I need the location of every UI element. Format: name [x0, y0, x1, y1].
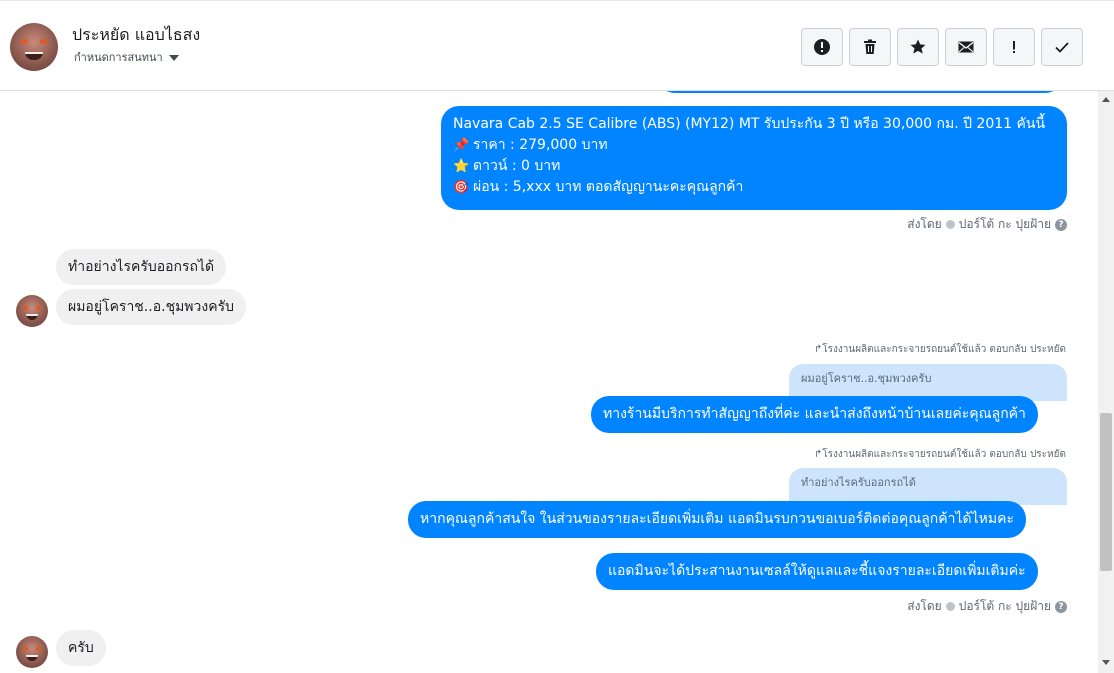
- pushpin-icon: 📌: [453, 138, 470, 153]
- important-button[interactable]: [993, 28, 1035, 66]
- outgoing-message-car-offer[interactable]: Navara Cab 2.5 SE Calibre (ABS) (MY12) M…: [441, 106, 1067, 210]
- spam-button[interactable]: [801, 28, 843, 66]
- conversation-toolbar: [801, 28, 1083, 66]
- contact-name[interactable]: ประหยัด แอบไธสง: [72, 23, 200, 48]
- reply-label: ↱โรงงานผลิตและกระจายรถยนต์ใช้แล้ว ตอบกลั…: [813, 449, 1066, 460]
- sent-by-info: ส่งโดย ปอร์โต้ กะ ปุยฝ้าย ?: [907, 215, 1067, 234]
- scroll-up-arrow-icon[interactable]: [1102, 97, 1110, 102]
- reply-label: ↱โรงงานผลิตและกระจายรถยนต์ใช้แล้ว ตอบกลั…: [813, 344, 1066, 355]
- check-icon: [1055, 42, 1069, 53]
- outgoing-message[interactable]: ทางร้านมีบริการทำสัญญาถึงที่ค่ะ และนำส่ง…: [591, 396, 1038, 433]
- envelope-icon: [958, 41, 974, 53]
- conversation-header: ประหยัด แอบไธสง กำหนดการสนทนา: [0, 0, 1114, 91]
- caret-down-icon: [168, 54, 179, 61]
- alert-circle-icon: [814, 39, 830, 55]
- sent-by-info: ส่งโดย ปอร์โต้ กะ ปุยฝ้าย ?: [907, 597, 1067, 616]
- mark-unread-button[interactable]: [945, 28, 987, 66]
- conversation-settings-label: กำหนดการสนทนา: [74, 51, 163, 64]
- thread-scrollbar[interactable]: [1098, 91, 1114, 673]
- scroll-down-arrow-icon[interactable]: [1102, 660, 1110, 665]
- contact-avatar[interactable]: [10, 23, 58, 71]
- incoming-message[interactable]: ผมอยู่โคราช..อ.ชุมพวงครับ: [56, 289, 246, 325]
- delete-button[interactable]: [849, 28, 891, 66]
- help-icon[interactable]: ?: [1055, 600, 1067, 613]
- car-offer-down: ดาวน์ : 0 บาท: [473, 158, 561, 174]
- outgoing-message[interactable]: แอดมินจะได้ประสานงานเซลล์ให้ดูแลและชี้แจ…: [596, 553, 1038, 590]
- sender-avatar[interactable]: [16, 295, 48, 327]
- scroll-thumb[interactable]: [1100, 413, 1112, 571]
- star-button[interactable]: [897, 28, 939, 66]
- star-icon: [910, 39, 926, 54]
- car-offer-installment: ผ่อน : 5,xxx บาท ตอดสัญญานะคะคุณลูกค้า: [473, 179, 744, 195]
- star-emoji-icon: ⭐: [453, 159, 470, 174]
- verified-dot-icon: [945, 602, 955, 611]
- target-icon: 🎯: [453, 180, 470, 195]
- incoming-message[interactable]: ครับ: [56, 630, 106, 666]
- exclamation-icon: [1013, 41, 1015, 53]
- outgoing-message[interactable]: หากคุณลูกค้าสนใจ ในส่วนของรายละเอียดเพิ่…: [408, 501, 1027, 538]
- car-offer-title: Navara Cab 2.5 SE Calibre (ABS) (MY12) M…: [453, 116, 1046, 132]
- car-offer-price: ราคา : 279,000 บาท: [473, 137, 608, 153]
- previous-message-bubble: [660, 91, 1060, 93]
- reply-arrow-icon: ↱: [813, 449, 823, 460]
- messenger-window: ประหยัด แอบไธสง กำหนดการสนทนา Navara Cab…: [0, 0, 1114, 673]
- verified-dot-icon: [945, 220, 955, 229]
- reply-arrow-icon: ↱: [813, 344, 823, 355]
- message-thread[interactable]: Navara Cab 2.5 SE Calibre (ABS) (MY12) M…: [0, 91, 1098, 673]
- incoming-message[interactable]: ทำอย่างไรครับออกรถได้: [56, 249, 227, 285]
- quoted-message[interactable]: ทำอย่างไรครับออกรถได้: [789, 468, 1067, 505]
- done-button[interactable]: [1041, 28, 1083, 66]
- conversation-settings-dropdown[interactable]: กำหนดการสนทนา: [74, 48, 179, 66]
- trash-icon: [864, 39, 876, 54]
- help-icon[interactable]: ?: [1055, 218, 1067, 231]
- sender-avatar[interactable]: [16, 636, 48, 668]
